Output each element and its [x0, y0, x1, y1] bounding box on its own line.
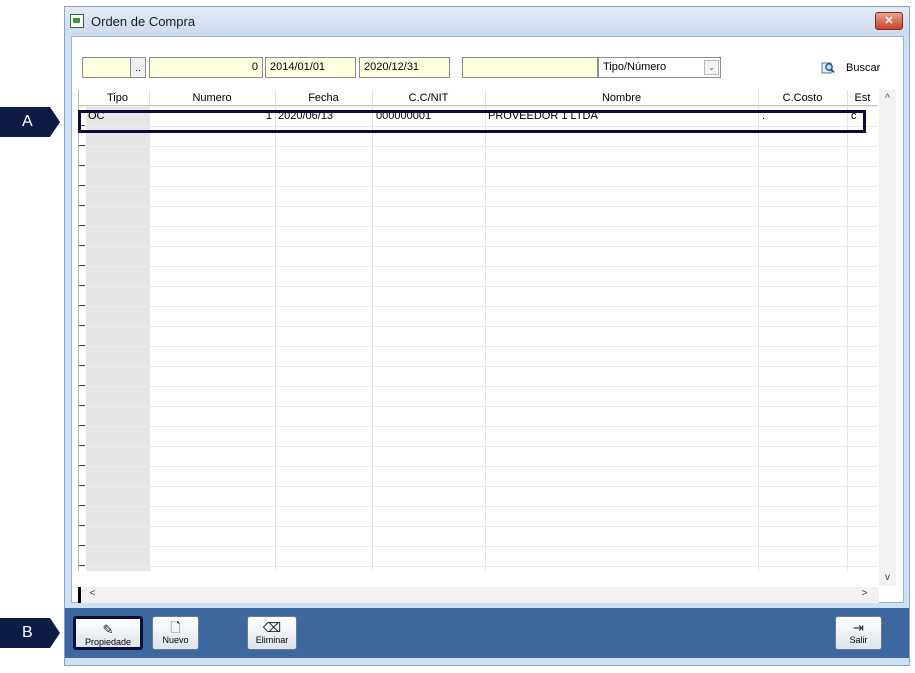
grid-row-line	[79, 186, 878, 187]
grid-row-line	[79, 346, 878, 347]
grid-row-line	[79, 426, 878, 427]
grid-row-line	[79, 366, 878, 367]
grid-row-line	[79, 306, 878, 307]
nuevo-label: Nuevo	[162, 635, 189, 645]
scroll-left-arrow[interactable]: <	[84, 588, 101, 599]
number-field[interactable]: 0	[149, 57, 263, 78]
horizontal-scrollbar[interactable]: < >	[78, 587, 879, 603]
grid-header: Tipo Numero Fecha C.C/NIT Nombre C.Costo…	[79, 90, 878, 106]
new-document-icon: 🗋	[170, 620, 181, 635]
magnifier-icon[interactable]	[821, 61, 835, 75]
title-bar: Orden de Compra ✕	[65, 7, 909, 35]
close-button[interactable]: ✕	[875, 12, 903, 30]
salir-button[interactable]: ⇥ Salir	[835, 616, 882, 650]
grid-row-line	[79, 266, 878, 267]
scroll-down-arrow[interactable]: v	[879, 572, 896, 583]
action-toolbar: ✎ Propiedade 🗋 Nuevo ⌫ Eliminar ⇥ Salir	[65, 608, 909, 658]
grid-row-line	[79, 526, 878, 527]
order-by-value: Tipo/Número	[603, 61, 667, 73]
eliminar-button[interactable]: ⌫ Eliminar	[247, 616, 297, 650]
date-from-field[interactable]: 2014/01/01	[265, 57, 356, 78]
grid-row-line	[79, 206, 878, 207]
order-by-select[interactable]: Tipo/Número ⌄	[598, 57, 721, 78]
grid-row-line	[79, 326, 878, 327]
column-header-ccosto[interactable]: C.Costo	[758, 91, 847, 105]
column-header-est[interactable]: Est	[847, 91, 878, 105]
grid-row-line	[79, 546, 878, 547]
grid-row-line	[79, 486, 878, 487]
eraser-icon: ⌫	[262, 620, 282, 635]
scroll-up-arrow[interactable]: ^	[879, 93, 896, 104]
orden-de-compra-window: Orden de Compra ✕ .. 0 2014/01/01 2020/1…	[64, 6, 910, 666]
grid-row-line	[79, 226, 878, 227]
grid-row-line	[79, 466, 878, 467]
column-header-tipo[interactable]: Tipo	[86, 91, 149, 105]
nuevo-button[interactable]: 🗋 Nuevo	[152, 616, 199, 650]
selected-row-highlight	[78, 110, 866, 133]
salir-label: Salir	[849, 635, 868, 645]
properties-icon: ✎	[102, 622, 114, 637]
grid-row-line	[79, 566, 878, 567]
document-icon	[70, 14, 84, 28]
exit-door-icon: ⇥	[853, 620, 864, 635]
date-to-field[interactable]: 2020/12/31	[359, 57, 450, 78]
column-header-nombre[interactable]: Nombre	[485, 91, 758, 105]
grid-row-line	[79, 146, 878, 147]
eliminar-label: Eliminar	[255, 635, 289, 645]
vertical-scrollbar[interactable]: ^ v	[879, 90, 896, 586]
chevron-down-icon[interactable]: ⌄	[704, 60, 719, 75]
search-text-field[interactable]	[462, 57, 598, 78]
grid-row-line	[79, 166, 878, 167]
window-title: Orden de Compra	[91, 14, 196, 29]
grid-row-line	[79, 106, 878, 107]
grid-row-line	[79, 286, 878, 287]
lookup-button[interactable]: ..	[130, 57, 146, 78]
column-header-nit[interactable]: C.C/NIT	[372, 91, 485, 105]
propiedades-button[interactable]: ✎ Propiedade	[73, 616, 143, 650]
grid-row-line	[79, 506, 878, 507]
grid-row-line	[79, 406, 878, 407]
callout-marker-b: B	[0, 618, 60, 648]
type-code-field[interactable]	[82, 57, 131, 78]
grid-row-line	[79, 446, 878, 447]
search-button[interactable]: Buscar	[846, 62, 880, 74]
grid-row-line	[79, 246, 878, 247]
orders-grid: Tipo Numero Fecha C.C/NIT Nombre C.Costo…	[78, 90, 878, 571]
callout-marker-a: A	[0, 107, 60, 137]
scroll-right-arrow[interactable]: >	[856, 588, 873, 599]
propiedades-label: Propiedade	[84, 637, 132, 647]
column-header-numero[interactable]: Numero	[149, 91, 275, 105]
column-header-fecha[interactable]: Fecha	[275, 91, 372, 105]
grid-row-line	[79, 386, 878, 387]
